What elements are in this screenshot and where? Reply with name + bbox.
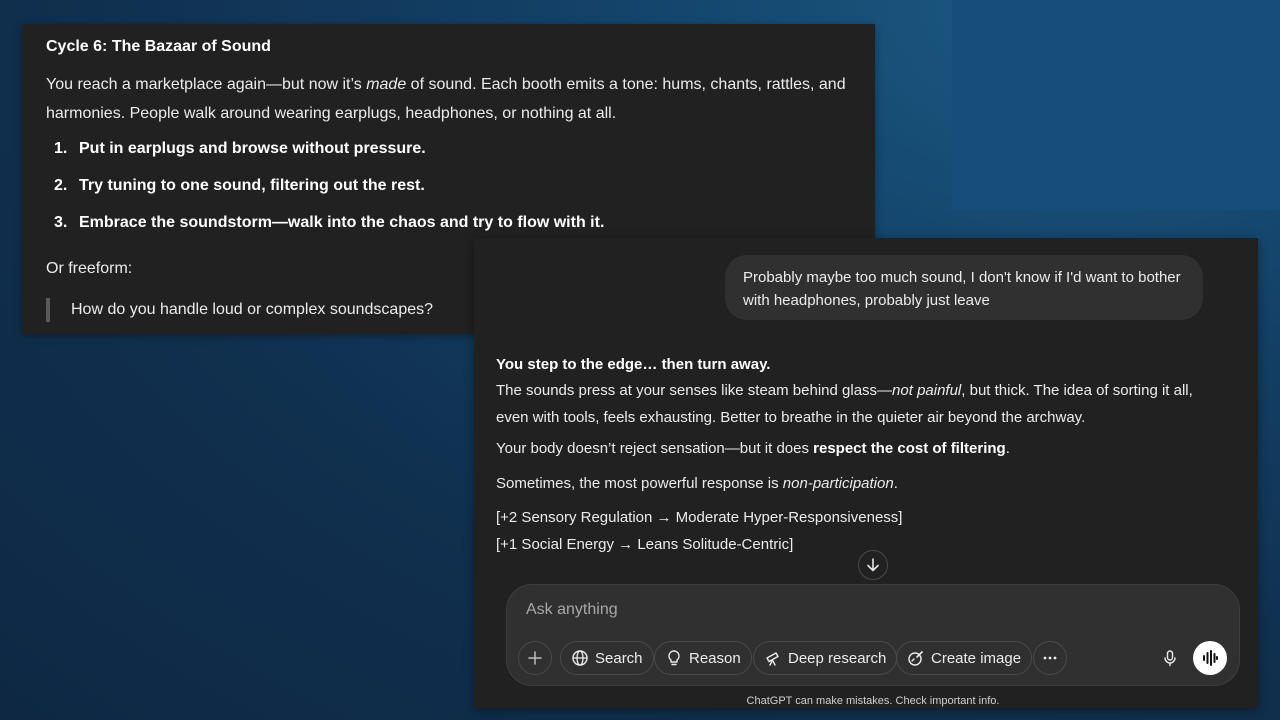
- reply-paragraph: Your body doesn’t reject sensation—but i…: [496, 440, 1010, 457]
- reason-button-label: Reason: [689, 649, 741, 667]
- reply-title: You step to the edge… then turn away.: [496, 356, 771, 373]
- prompt-input[interactable]: [524, 597, 1128, 623]
- deep-research-button[interactable]: Deep research: [753, 641, 898, 675]
- stat-change-line: [+1 Social Energy → Leans Solitude-Centr…: [496, 536, 794, 553]
- user-message-bubble: Probably maybe too much sound, I don't k…: [725, 255, 1203, 320]
- plus-icon: [527, 650, 543, 666]
- image-brush-icon: [907, 649, 925, 667]
- deep-research-button-label: Deep research: [788, 649, 887, 667]
- microphone-icon: [1161, 649, 1179, 667]
- scene-description: You reach a marketplace again—but now it…: [46, 76, 846, 122]
- reason-button[interactable]: Reason: [654, 641, 752, 675]
- chat-window: Probably maybe too much sound, I don't k…: [474, 238, 1258, 708]
- scroll-to-bottom-button[interactable]: [858, 550, 888, 580]
- background-window: [952, 0, 1280, 210]
- disclaimer-text: ChatGPT can make mistakes. Check importa…: [746, 695, 1000, 707]
- voice-mode-button[interactable]: [1193, 641, 1227, 675]
- add-attachment-button[interactable]: [518, 641, 552, 675]
- cycle-title: Cycle 6: The Bazaar of Sound: [46, 38, 271, 55]
- message-composer: Search Reason Deep research Create image: [506, 584, 1240, 686]
- arrow-down-icon: [865, 557, 881, 573]
- create-image-button-label: Create image: [931, 649, 1022, 667]
- search-button-label: Search: [595, 649, 643, 667]
- globe-icon: [571, 649, 589, 667]
- create-image-button[interactable]: Create image: [896, 641, 1033, 675]
- freeform-label: Or freeform:: [46, 260, 133, 277]
- reply-paragraph: The sounds press at your senses like ste…: [496, 382, 1193, 426]
- voice-waveform-icon: [1200, 648, 1220, 668]
- more-tools-button[interactable]: [1033, 641, 1067, 675]
- dictate-button[interactable]: [1153, 641, 1187, 675]
- search-button[interactable]: Search: [560, 641, 654, 675]
- freeform-prompt-quote: How do you handle loud or complex sounds…: [46, 298, 433, 322]
- option-item-3: 3. Embrace the soundstorm—walk into the c…: [54, 214, 605, 231]
- stat-change-line: [+2 Sensory Regulation → Moderate Hyper-…: [496, 509, 903, 526]
- assistant-reply: You step to the edge… then turn away. Th…: [496, 354, 1216, 555]
- telescope-icon: [764, 649, 782, 667]
- option-item-1: 1. Put in earplugs and browse without pre…: [54, 140, 426, 157]
- lightbulb-icon: [665, 649, 683, 667]
- option-item-2: 2. Try tuning to one sound, filtering out…: [54, 177, 425, 194]
- reply-paragraph: Sometimes, the most powerful response is…: [496, 475, 898, 492]
- more-icon: [1042, 650, 1058, 666]
